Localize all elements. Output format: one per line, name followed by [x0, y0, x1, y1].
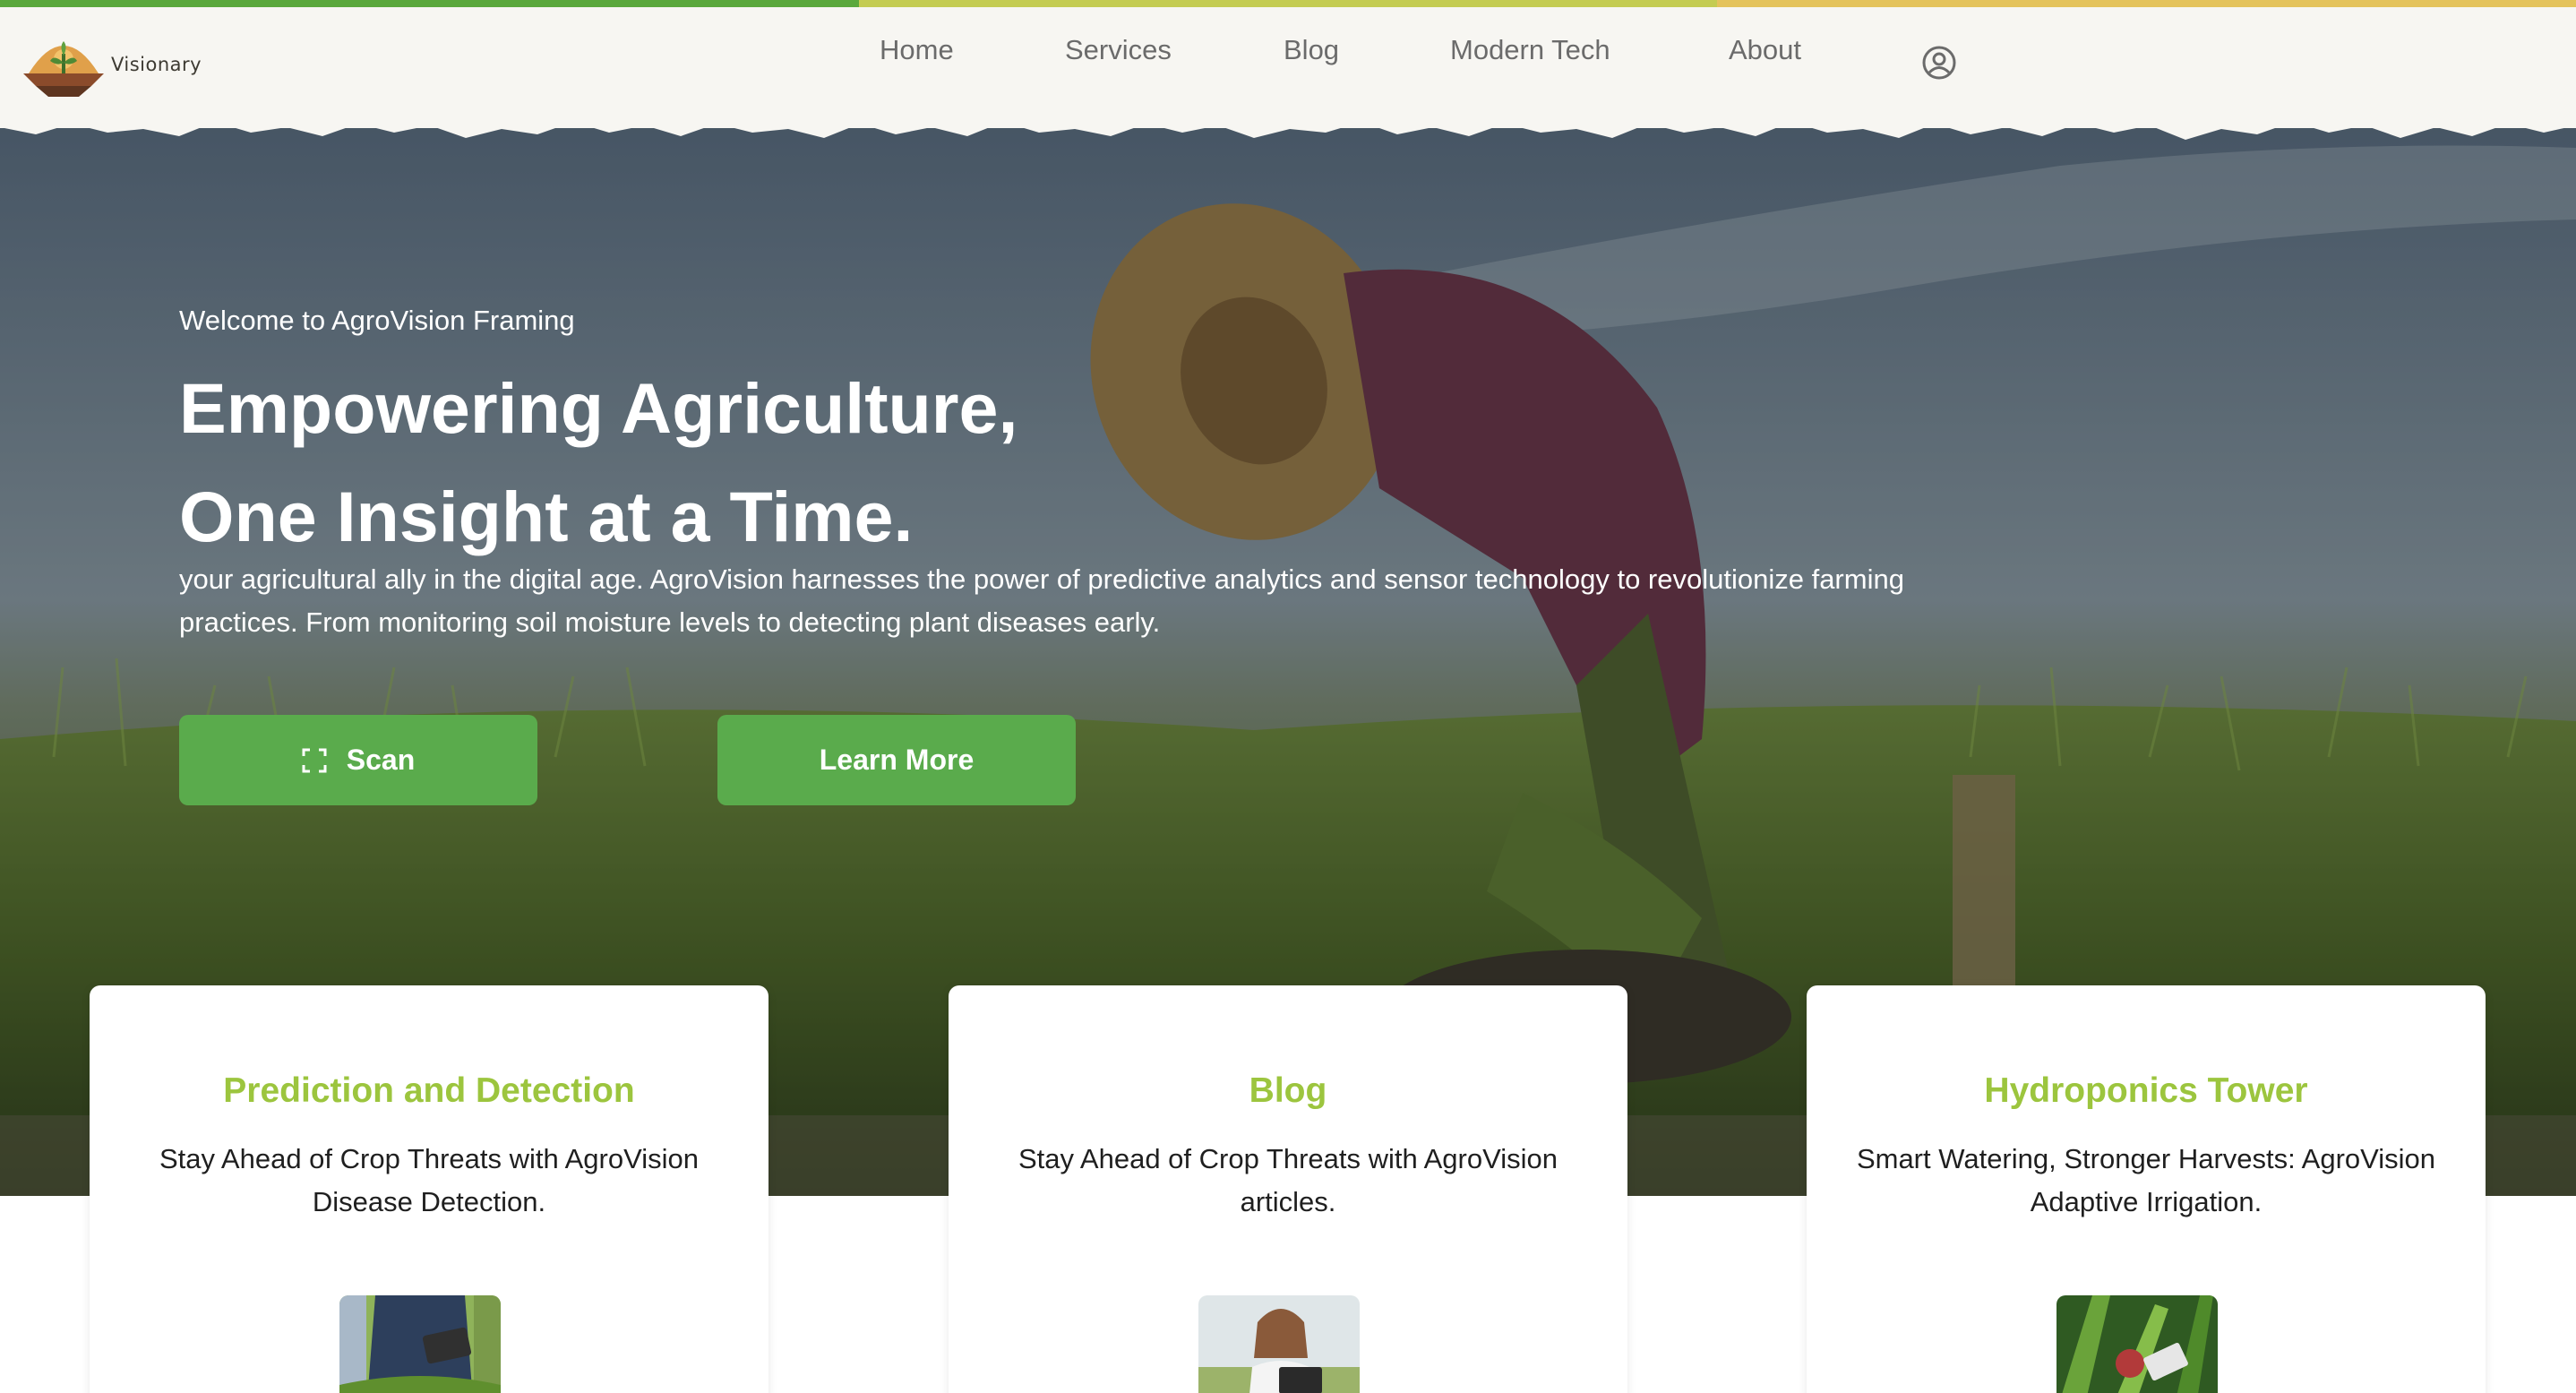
card-title: Hydroponics Tower	[1984, 1071, 2308, 1110]
scan-button-label: Scan	[346, 744, 416, 776]
card-thumbnail-image	[1198, 1295, 1360, 1393]
hero-headline-line-2: One Insight at a Time.	[179, 477, 914, 556]
hero-headline-line-1: Empowering Agriculture,	[179, 368, 1018, 448]
card-thumbnail-image	[2057, 1295, 2218, 1393]
nav-link-services[interactable]: Services	[1065, 34, 1172, 66]
card-blog[interactable]: Blog Stay Ahead of Crop Threats with Agr…	[949, 985, 1627, 1393]
scan-button[interactable]: Scan	[179, 715, 537, 805]
user-circle-icon[interactable]	[1921, 45, 1957, 81]
brand-name: Visionary	[111, 54, 202, 75]
navbar: Visionary Home Services Blog Modern Tech…	[0, 7, 2576, 128]
nav-link-blog[interactable]: Blog	[1284, 34, 1339, 66]
scan-frame-icon	[302, 748, 327, 772]
nav-link-modern-tech[interactable]: Modern Tech	[1450, 34, 1610, 66]
hero-headline: Empowering Agriculture, One Insight at a…	[179, 354, 1018, 571]
farm-logo-icon	[23, 41, 104, 97]
stripe-segment-green	[0, 0, 859, 7]
brand-logo[interactable]: Visionary	[20, 27, 202, 102]
stripe-segment-lime	[858, 0, 1718, 7]
card-title: Blog	[1249, 1071, 1327, 1110]
hero-welcome-text: Welcome to AgroVision Framing	[179, 305, 575, 336]
card-title: Prediction and Detection	[223, 1071, 635, 1110]
stripe-segment-yellow	[1717, 0, 2576, 7]
top-accent-stripe	[0, 0, 2576, 7]
card-prediction-detection[interactable]: Prediction and Detection Stay Ahead of C…	[90, 985, 769, 1393]
learn-more-button-label: Learn More	[819, 744, 975, 776]
nav-link-about[interactable]: About	[1729, 34, 1801, 66]
hero-description: your agricultural ally in the digital ag…	[179, 563, 1904, 638]
card-text: Smart Watering, Stronger Harvests: AgroV…	[1856, 1143, 2436, 1217]
card-text: Stay Ahead of Crop Threats with AgroVisi…	[159, 1143, 699, 1217]
nav-link-home[interactable]: Home	[880, 34, 954, 66]
card-hydroponics-tower[interactable]: Hydroponics Tower Smart Watering, Strong…	[1807, 985, 2486, 1393]
learn-more-button[interactable]: Learn More	[717, 715, 1076, 805]
card-thumbnail-image	[339, 1295, 501, 1393]
card-text: Stay Ahead of Crop Threats with AgroVisi…	[1018, 1143, 1558, 1217]
